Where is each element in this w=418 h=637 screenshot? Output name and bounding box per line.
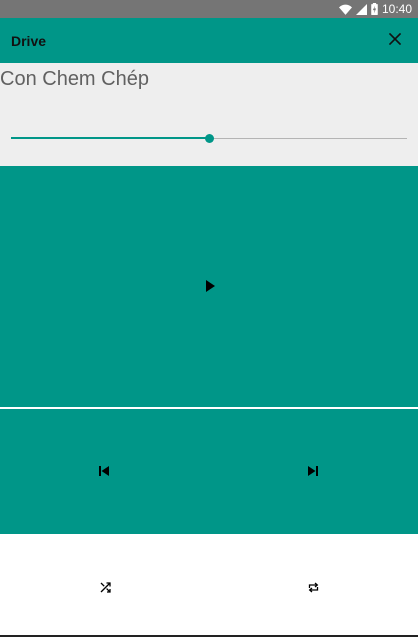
repeat-icon [308,582,319,593]
seek-bar-progress [11,137,209,139]
skip-controls-panel [0,409,418,534]
wifi-icon [338,4,352,15]
status-bar: 10:40 [0,0,418,18]
skip-next-icon [308,466,318,476]
track-info-panel: Con Chem Chép [0,63,418,166]
shuffle-button[interactable] [93,575,117,599]
status-time: 10:40 [381,2,412,16]
next-button[interactable] [301,459,325,483]
close-icon [388,32,402,50]
play-button[interactable] [198,274,222,298]
app-title: Drive [11,33,47,49]
status-icons: 10:40 [338,0,412,18]
seek-bar[interactable] [11,131,407,147]
cellular-signal-icon [355,3,367,15]
track-title: Con Chem Chép [0,68,149,90]
battery-charging-icon [371,3,378,15]
previous-button[interactable] [92,459,116,483]
close-button[interactable] [383,29,407,53]
skip-previous-icon [99,466,109,476]
shuffle-icon [100,581,111,593]
play-icon [205,280,215,292]
app-bar: Drive [0,18,418,63]
repeat-button[interactable] [301,575,325,599]
seek-bar-thumb[interactable] [204,134,214,143]
playback-mode-panel [0,534,418,635]
